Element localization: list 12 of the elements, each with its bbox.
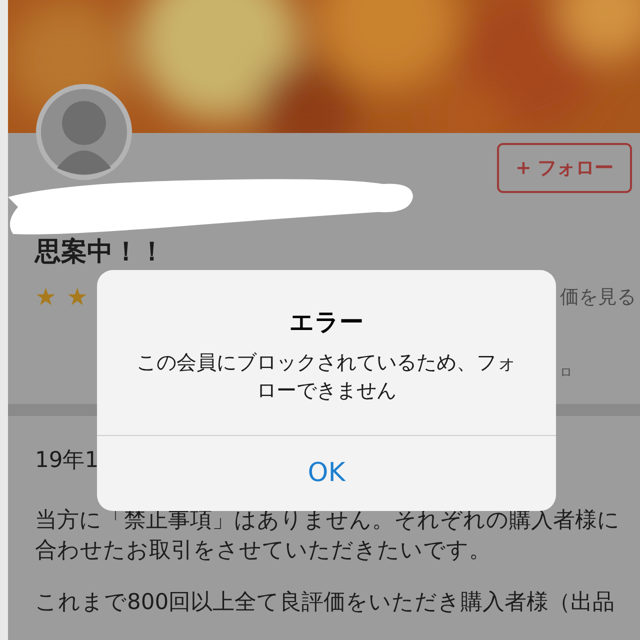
ok-button[interactable]: OK bbox=[97, 435, 556, 511]
star-icon: ★ bbox=[66, 285, 88, 309]
bio-title: 思案中！！ bbox=[35, 236, 165, 269]
avatar-icon bbox=[35, 83, 133, 181]
post-date: 19年1 bbox=[35, 447, 99, 475]
star-icon: ★ bbox=[35, 285, 57, 309]
post-paragraph: これまで800回以上全て良評価をいただき購入者様（出品 bbox=[35, 589, 616, 617]
side-text: ロ bbox=[560, 364, 572, 381]
alert-title: エラー bbox=[290, 307, 364, 338]
alert-message: この会員にブロックされているため、フォローできません bbox=[136, 349, 518, 404]
reviews-link[interactable]: 価を見る bbox=[560, 283, 636, 312]
follow-button[interactable]: + フォロー bbox=[497, 143, 632, 193]
